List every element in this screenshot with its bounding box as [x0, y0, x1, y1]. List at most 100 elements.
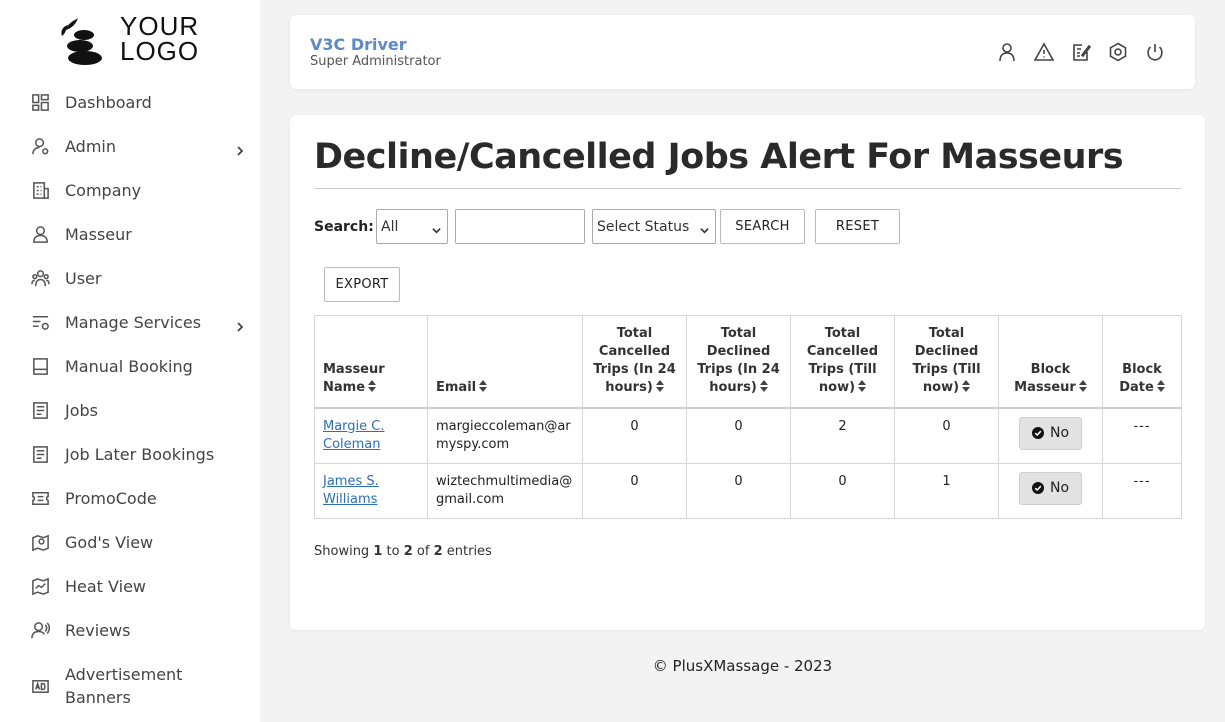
cell-declined-24h: 0: [686, 462, 791, 519]
column-header-cancelled-all[interactable]: Total Cancelled Trips (Till now): [790, 315, 895, 409]
sort-icon: [479, 379, 488, 392]
sidebar-item-company[interactable]: Company: [0, 168, 260, 212]
cell-declined-all: 1: [894, 462, 999, 519]
info-total: 2: [433, 544, 443, 559]
chevron-right-icon: [235, 141, 245, 156]
sidebar-item-advertisement-banners[interactable]: Advertisement Banners: [0, 656, 260, 716]
sidebar-item-heat-view[interactable]: Heat View: [0, 564, 260, 608]
sidebar-item-label: Jobs: [65, 400, 98, 420]
sidebar-item-gods-view[interactable]: God's View: [0, 520, 260, 564]
edit-note-icon[interactable]: [1071, 42, 1092, 62]
column-header-label: Block Date: [1119, 361, 1162, 395]
dashboard-icon: [30, 92, 50, 112]
map-icon: [30, 576, 50, 596]
info-to: 2: [403, 544, 413, 559]
column-header-declined-all[interactable]: Total Declined Trips (Till now): [894, 315, 999, 409]
booking-icon: [30, 356, 50, 376]
sidebar-item-label: Heat View: [65, 576, 147, 596]
cell-cancelled-24h: 0: [582, 462, 687, 519]
search-field-select[interactable]: All: [376, 209, 448, 244]
sort-icon: [1156, 379, 1165, 392]
info-from: 1: [373, 544, 383, 559]
status-select[interactable]: Select Status: [592, 209, 716, 244]
sidebar-item-reviews[interactable]: Reviews: [0, 608, 260, 652]
sidebar: YOUR LOGO Dashboard Admin Company Masseu…: [0, 0, 260, 722]
sort-icon: [759, 379, 768, 392]
search-button[interactable]: SEARCH: [720, 209, 805, 244]
sidebar-item-label: Manage Services: [65, 312, 202, 332]
cell-block-masseur: No: [998, 407, 1103, 464]
building-icon: [30, 180, 50, 200]
block-toggle-button[interactable]: No: [1018, 471, 1083, 505]
profile-icon[interactable]: [997, 42, 1017, 62]
info-of-word: of: [416, 544, 430, 559]
sidebar-item-manual-booking[interactable]: Manual Booking: [0, 344, 260, 388]
reviews-icon: [30, 620, 50, 640]
power-icon[interactable]: [1145, 42, 1165, 62]
search-input[interactable]: [455, 209, 585, 244]
logo[interactable]: YOUR LOGO: [58, 12, 208, 68]
sort-icon: [962, 379, 971, 392]
sidebar-item-admin[interactable]: Admin: [0, 124, 260, 168]
chevron-down-icon: [432, 223, 441, 234]
logo-text: YOUR LOGO: [120, 13, 200, 66]
export-button[interactable]: EXPORT: [324, 267, 400, 302]
cell-block-masseur: No: [998, 462, 1103, 519]
column-header-label: Total Cancelled Trips (Till now): [806, 325, 879, 395]
header-title: V3C Driver: [310, 35, 407, 54]
sidebar-nav: Dashboard Admin Company Masseur User Man…: [0, 80, 260, 716]
sidebar-item-label: Job Later Bookings: [65, 444, 215, 464]
sidebar-item-promocode[interactable]: PromoCode: [0, 476, 260, 520]
person-icon: [30, 224, 50, 244]
sort-icon: [1078, 379, 1087, 392]
column-header-masseur-name[interactable]: Masseur Name: [314, 315, 428, 409]
search-field-select-value: All: [381, 218, 399, 235]
column-header-block-masseur[interactable]: Block Masseur: [998, 315, 1103, 409]
column-header-cancelled-24h[interactable]: Total Cancelled Trips (In 24 hours): [582, 315, 687, 409]
sort-icon: [368, 379, 377, 392]
cell-cancelled-24h: 0: [582, 407, 687, 464]
alerts-table: Masseur Name Email Total Cancelled Trips…: [314, 315, 1182, 519]
masseur-name-link[interactable]: James S. Williams: [323, 474, 379, 507]
ticket-icon: [30, 488, 50, 508]
table-header-row: Masseur Name Email Total Cancelled Trips…: [314, 315, 1182, 409]
document-icon: [30, 400, 50, 420]
footer: © PlusXMassage - 2023: [652, 657, 833, 675]
reset-button[interactable]: RESET: [815, 209, 900, 244]
check-circle-icon: [1031, 427, 1044, 439]
sidebar-item-user[interactable]: User: [0, 256, 260, 300]
sidebar-item-label: Dashboard: [65, 92, 152, 112]
block-toggle-button[interactable]: No: [1018, 416, 1083, 450]
sidebar-item-jobs[interactable]: Jobs: [0, 388, 260, 432]
cell-block-date: ---: [1102, 462, 1182, 519]
sidebar-item-label: Manual Booking: [65, 356, 193, 376]
table-row: James S. Williams wiztechmultimedia@gmai…: [314, 462, 1182, 519]
info-suffix: entries: [446, 544, 492, 559]
table-info: Showing 1 to 2 of 2 entries: [314, 544, 492, 559]
sidebar-item-dashboard[interactable]: Dashboard: [0, 80, 260, 124]
column-header-label: Email: [436, 379, 477, 395]
alert-icon[interactable]: [1033, 42, 1055, 62]
chevron-down-icon: [700, 223, 709, 234]
cell-email: margieccoleman@armyspy.com: [427, 407, 583, 464]
settings-icon[interactable]: [1108, 42, 1128, 62]
column-header-block-date[interactable]: Block Date: [1102, 315, 1182, 409]
title-divider: [314, 188, 1181, 189]
status-select-value: Select Status: [597, 218, 690, 235]
logo-text-line2: LOGO: [120, 36, 200, 66]
sidebar-item-label: God's View: [65, 532, 154, 552]
search-label: Search:: [314, 219, 374, 235]
info-prefix: Showing: [314, 544, 370, 559]
sidebar-item-masseur[interactable]: Masseur: [0, 212, 260, 256]
column-header-email[interactable]: Email: [427, 315, 583, 409]
column-header-declined-24h[interactable]: Total Declined Trips (In 24 hours): [686, 315, 791, 409]
sidebar-item-label: Masseur: [65, 224, 132, 244]
users-icon: [30, 268, 50, 288]
cell-declined-24h: 0: [686, 407, 791, 464]
sidebar-item-job-later-bookings[interactable]: Job Later Bookings: [0, 432, 260, 476]
top-header: V3C Driver Super Administrator: [290, 15, 1195, 89]
masseur-name-link[interactable]: Margie C. Coleman: [323, 419, 385, 452]
main-content-card: Decline/Cancelled Jobs Alert For Masseur…: [290, 115, 1205, 630]
sidebar-item-manage-services[interactable]: Manage Services: [0, 300, 260, 344]
block-toggle-label: No: [1049, 425, 1070, 441]
